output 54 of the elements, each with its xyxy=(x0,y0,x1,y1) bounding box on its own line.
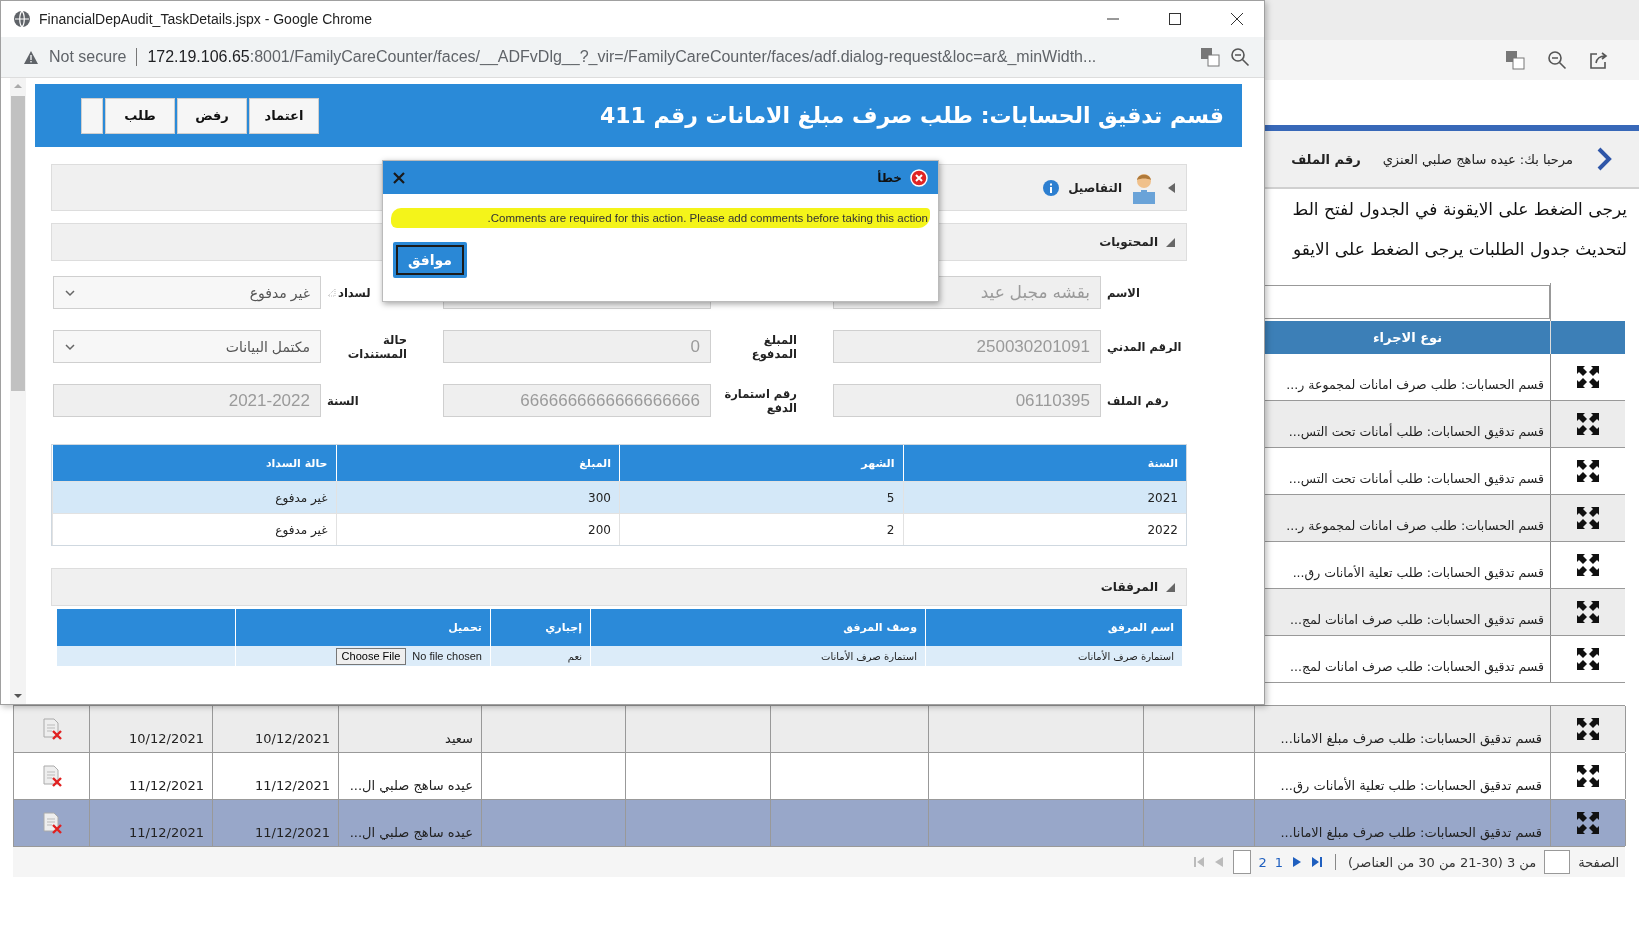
field-label: الرقم المدني xyxy=(1107,339,1182,354)
table-cell: 11/12/2021 xyxy=(90,753,213,799)
section-title: التفاصيل xyxy=(1068,180,1122,195)
table-cell: 10/12/2021 xyxy=(213,706,339,752)
file-number-label: رقم الملف xyxy=(1291,151,1361,167)
table-cell: استمارة صرف الأمانات xyxy=(590,646,925,666)
table-cell: 10/12/2021 xyxy=(90,706,213,752)
field-label: المبلغ المدفوع xyxy=(750,332,797,361)
table-cell-text: قسم تدقيق الحسابات: طلب تعلية الأمانات رق... xyxy=(1291,564,1545,583)
instruction-text: يرجى الضغط على الايقونة في الجدول لفتح الط xyxy=(1291,198,1628,222)
table-cell: عيده ساهج صلبي ال... xyxy=(339,800,482,846)
field-label: حالة المستندات xyxy=(346,332,407,361)
field-label: الاسم xyxy=(1107,285,1140,300)
file-status: No file chosen xyxy=(412,650,482,662)
section-title: المحتويات xyxy=(1099,235,1158,249)
table-cell: غير مدفوع xyxy=(52,513,336,545)
table-cell: 200 xyxy=(335,513,619,545)
table-cell: سعيد xyxy=(339,706,482,752)
table-cell: 5 xyxy=(619,481,903,513)
table-cell: قسم تدقيق الحسابات: طلب صرف مبلغ الامانا... xyxy=(1255,706,1551,752)
welcome-text: مرحبا بك: عيده ساهج صلبي العنزي xyxy=(1382,151,1573,167)
table-cell: 2022 xyxy=(902,513,1186,545)
table-cell-text: قسم تدقيق الحسابات: طلب صرف امانات لمج... xyxy=(1289,658,1545,677)
instruction-text: لتحديث جدول الطلبات يرجى الضغط على الايقو xyxy=(1291,238,1628,261)
page-label: الصفحة xyxy=(1578,854,1619,870)
field-label: لسداد xyxy=(338,285,371,300)
table-cell-text: قسم تدقيق الحسابات: طلب صرف امانات لمج... xyxy=(1289,611,1545,630)
dialog-title: خطأ xyxy=(877,170,902,185)
table-cell: نعم xyxy=(490,646,590,666)
table-cell-text: قسم تدقيق الحسابات: طلب أمانات تحت التس... xyxy=(1287,422,1545,442)
table-cell: 2021 xyxy=(902,481,1186,513)
table-cell: قسم تدقيق الحسابات: طلب تعلية الأمانات رق... xyxy=(1255,753,1551,799)
page-summary: من 3 (30-21 من 30 من العناصر) xyxy=(1348,854,1537,870)
table-cell-text: قسم تدقيق الحسابات: طلب أمانات تحت التس... xyxy=(1287,469,1545,489)
table-cell: غير مدفوع xyxy=(52,481,336,513)
table-cell-text: قسم الحسابات: طلب صرف امانات لمجموعة ر... xyxy=(1285,376,1545,395)
field-label: رقم استمارة الدفع xyxy=(723,386,797,415)
section-title: المرفقات xyxy=(1100,580,1158,594)
error-message: Comments are required for this action. Please add comments before taking this action. xyxy=(391,208,930,228)
table-cell: 2 xyxy=(619,513,903,545)
window-title: FinancialDepAudit_TaskDetails.jspx - Google Chrome xyxy=(39,11,373,27)
field-label: رقم الملف xyxy=(1107,393,1169,408)
page-title: قسم تدقيق الحسابات: طلب صرف مبلغ الامانات رقم 411 xyxy=(599,103,1224,128)
table-cell: عيده ساهج صلبي ال... xyxy=(339,753,482,799)
table-cell: 300 xyxy=(335,481,619,513)
table-cell: استمارة صرف الأمانات xyxy=(925,646,1182,666)
url-text: 172.19.106.65:8001/FamilyCareCounter/faces/__ADFvDlg__?_vir=/FamilyCareCounter/faces/adf.dialog-request&loc=ar&_minWidth... xyxy=(147,48,1097,66)
table-cell: 11/12/2021 xyxy=(213,753,339,799)
table-cell-text: قسم الحسابات: طلب صرف امانات لمجموعة ر... xyxy=(1285,517,1545,536)
field-label: السنة xyxy=(327,393,359,408)
table-cell: 11/12/2021 xyxy=(90,800,213,846)
table-cell: قسم تدقيق الحسابات: طلب صرف مبلغ الامانا... xyxy=(1255,800,1551,846)
table-cell: 11/12/2021 xyxy=(213,800,339,846)
security-label: Not secure xyxy=(49,48,127,66)
